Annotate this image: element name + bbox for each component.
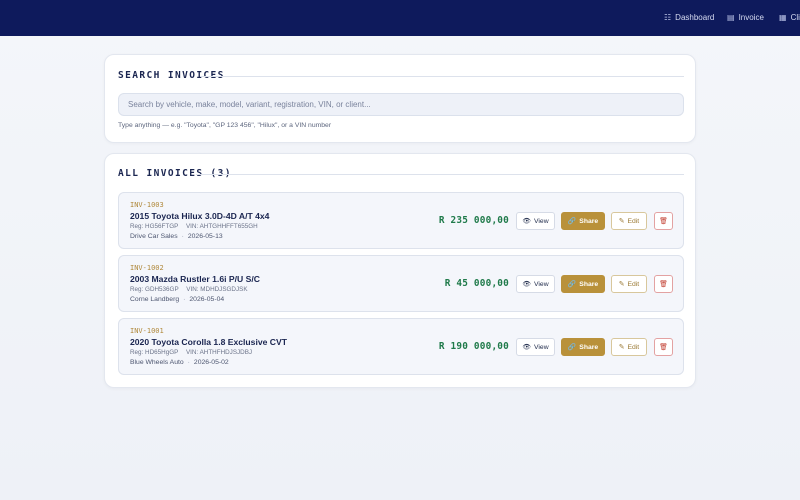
link-icon: 🔗 xyxy=(567,344,577,351)
nav-clients-label: Cli xyxy=(790,13,800,22)
invoice-registration: Reg: HD65HgGP xyxy=(130,349,179,356)
invoice-amount: R 235 000,00 xyxy=(438,215,509,226)
nav-dashboard-label: Dashboard xyxy=(675,13,715,22)
eye-icon: 👁 xyxy=(522,281,532,288)
share-button[interactable]: 🔗 Share xyxy=(561,338,605,356)
invoice-client-line: Drive Car Sales · 2026-05-13 xyxy=(130,233,223,240)
invoice-vin: VIN: AHTGHHFFT655GH xyxy=(185,223,258,230)
invoice-date: 2026-05-04 xyxy=(189,296,225,303)
edit-button[interactable]: ✎ Edit xyxy=(611,338,647,356)
trash-icon: 🗑 xyxy=(659,218,668,225)
invoice-meta: Reg: GDH536GP VIN: MDHDJSGDJSK xyxy=(130,286,248,293)
invoice-date: 2026-05-13 xyxy=(187,233,223,240)
invoice-vehicle-title: 2015 Toyota Hilux 3.0D-4D A/T 4x4 xyxy=(130,211,270,221)
invoice-client-line: Blue Wheels Auto · 2026-05-02 xyxy=(130,359,229,366)
share-button-label: Share xyxy=(579,217,599,225)
view-button[interactable]: 👁 View xyxy=(516,338,555,356)
invoice-number: INV-1001 xyxy=(130,327,164,335)
invoice-icon: ▤ xyxy=(727,13,735,22)
trash-icon: 🗑 xyxy=(659,344,668,351)
invoice-registration: Reg: GDH536GP xyxy=(130,286,179,293)
invoice-number: INV-1002 xyxy=(130,264,164,272)
nav-clients-link[interactable]: ▦ Cli xyxy=(779,13,800,22)
search-title-divider xyxy=(200,76,684,77)
invoice-amount: R 45 000,00 xyxy=(444,278,509,289)
share-button-label: Share xyxy=(579,280,599,288)
invoice-client-line: Corne Landberg · 2026-05-04 xyxy=(130,296,224,303)
invoice-vin: VIN: AHTHFHDJSJDBJ xyxy=(185,349,253,356)
edit-button[interactable]: ✎ Edit xyxy=(611,212,647,230)
view-button[interactable]: 👁 View xyxy=(516,212,555,230)
invoice-vin: VIN: MDHDJSGDJSK xyxy=(186,286,248,293)
view-button-label: View xyxy=(534,280,549,288)
edit-button-label: Edit xyxy=(627,343,640,351)
invoice-amount: R 190 000,00 xyxy=(438,341,509,352)
invoices-card: ALL INVOICES (3) INV-1003 2015 Toyota Hi… xyxy=(104,153,696,388)
invoice-client: Drive Car Sales xyxy=(130,233,178,240)
nav-invoice-label: Invoice xyxy=(738,13,764,22)
clients-icon: ▦ xyxy=(779,13,787,22)
share-button[interactable]: 🔗 Share xyxy=(561,275,605,293)
pencil-icon: ✎ xyxy=(618,218,625,225)
invoice-registration: Reg: HG56FTGP xyxy=(130,223,179,230)
invoice-meta: Reg: HG56FTGP VIN: AHTGHHFFT655GH xyxy=(130,223,258,230)
view-button-label: View xyxy=(534,217,549,225)
separator-dot: · xyxy=(181,233,184,240)
pencil-icon: ✎ xyxy=(618,344,625,351)
invoice-row: INV-1001 2020 Toyota Corolla 1.8 Exclusi… xyxy=(118,318,684,375)
invoice-vehicle-title: 2020 Toyota Corolla 1.8 Exclusive CVT xyxy=(130,337,287,347)
search-input[interactable] xyxy=(118,93,684,116)
nav-dashboard-link[interactable]: ☷ Dashboard xyxy=(664,13,714,22)
share-button-label: Share xyxy=(579,343,599,351)
eye-icon: 👁 xyxy=(522,344,532,351)
invoice-client: Blue Wheels Auto xyxy=(130,359,184,366)
link-icon: 🔗 xyxy=(567,281,577,288)
separator-dot: · xyxy=(183,296,186,303)
invoice-number: INV-1003 xyxy=(130,201,164,209)
invoice-row: INV-1002 2003 Mazda Rustler 1.6i P/U S/C… xyxy=(118,255,684,312)
edit-button-label: Edit xyxy=(627,217,640,225)
invoice-row: INV-1003 2015 Toyota Hilux 3.0D-4D A/T 4… xyxy=(118,192,684,249)
link-icon: 🔗 xyxy=(567,218,577,225)
invoice-date: 2026-05-02 xyxy=(193,359,229,366)
edit-button-label: Edit xyxy=(627,280,640,288)
invoice-vehicle-title: 2003 Mazda Rustler 1.6i P/U S/C xyxy=(130,274,260,284)
search-card: SEARCH INVOICES Type anything — e.g. "To… xyxy=(104,54,696,143)
share-button[interactable]: 🔗 Share xyxy=(561,212,605,230)
top-navbar: ☷ Dashboard ▤ Invoice ▦ Cli xyxy=(0,0,800,36)
eye-icon: 👁 xyxy=(522,218,532,225)
view-button-label: View xyxy=(534,343,549,351)
search-hint: Type anything — e.g. "Toyota", "GP 123 4… xyxy=(118,122,332,129)
delete-button[interactable]: 🗑 xyxy=(654,275,673,293)
delete-button[interactable]: 🗑 xyxy=(654,338,673,356)
invoice-meta: Reg: HD65HgGP VIN: AHTHFHDJSJDBJ xyxy=(130,349,252,356)
view-button[interactable]: 👁 View xyxy=(516,275,555,293)
dashboard-icon: ☷ xyxy=(664,13,672,22)
invoices-title-divider xyxy=(196,174,684,175)
delete-button[interactable]: 🗑 xyxy=(654,212,673,230)
trash-icon: 🗑 xyxy=(659,281,668,288)
edit-button[interactable]: ✎ Edit xyxy=(611,275,647,293)
invoice-client: Corne Landberg xyxy=(130,296,180,303)
nav-invoice-link[interactable]: ▤ Invoice xyxy=(727,13,764,22)
pencil-icon: ✎ xyxy=(618,281,625,288)
separator-dot: · xyxy=(187,359,190,366)
